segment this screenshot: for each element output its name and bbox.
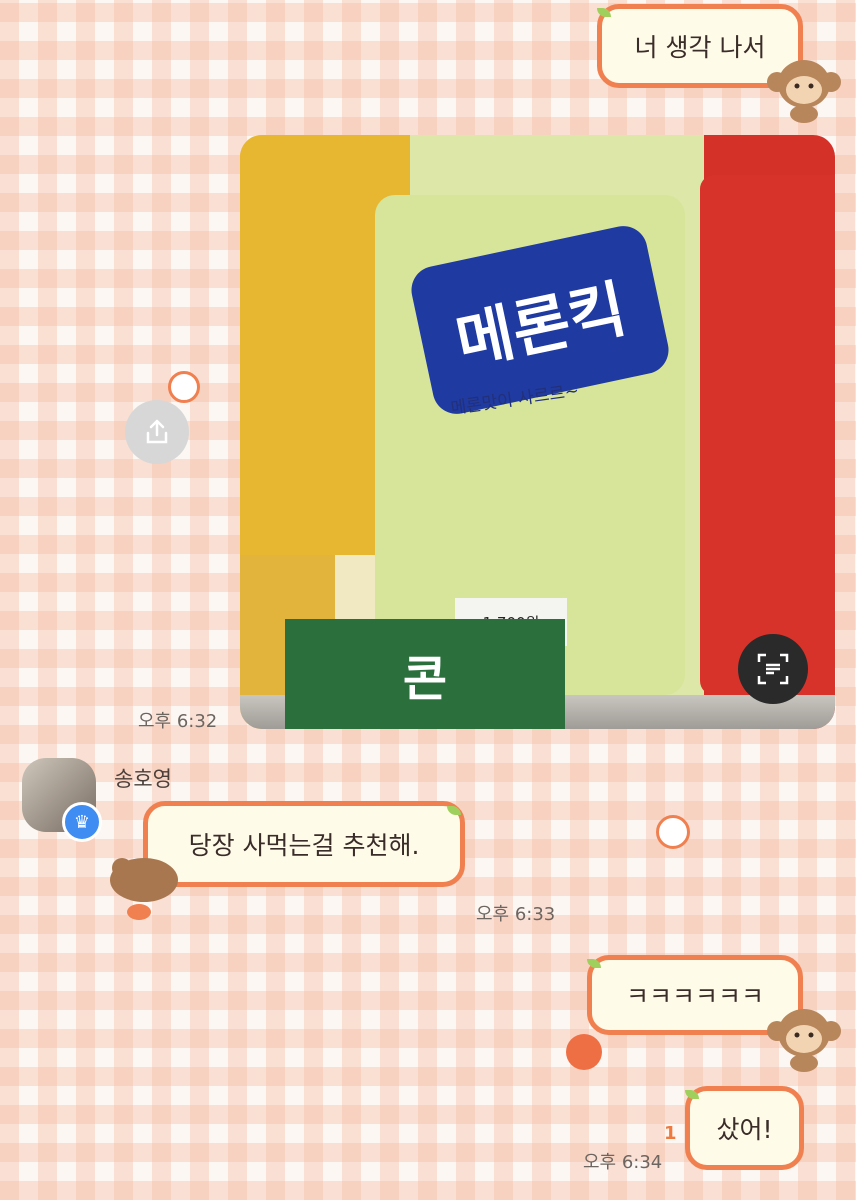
message-text: 샀어! (716, 1115, 773, 1144)
message-text: 너 생각 나서 (634, 33, 766, 62)
share-upload-icon (146, 419, 168, 444)
crown-badge-icon: ♛ (62, 802, 102, 842)
snack-bag-right (700, 175, 835, 695)
message-time: 오후 6:32 (138, 711, 218, 732)
apple-sticker-icon (168, 371, 200, 403)
text-scan-icon (757, 653, 789, 685)
snack-bag-bottom: 콘 (285, 619, 565, 729)
bear-sticker-icon (110, 858, 178, 920)
sender-name: 송호영 (114, 767, 172, 791)
message-bubble-incoming[interactable]: 당장 사먹는걸 추천해. (143, 801, 465, 887)
message-bubble-outgoing[interactable]: 샀어! (685, 1086, 804, 1170)
bottom-snack-text: 콘 (402, 651, 448, 707)
message-text: ㅋㅋㅋㅋㅋㅋ (625, 982, 764, 1011)
apple-sticker-icon (566, 1034, 602, 1070)
message-text: 당장 사먹는걸 추천해. (188, 831, 420, 860)
message-time: 오후 6:33 (476, 904, 556, 925)
monkey-sticker-icon (767, 1009, 841, 1072)
shared-photo[interactable]: 메론킥 메론맛이 사르르~ 1,700원 콘 (240, 135, 835, 729)
message-time: 오후 6:34 (583, 1152, 663, 1173)
apple-sticker-icon (656, 815, 690, 849)
share-upload-button[interactable] (125, 400, 189, 464)
unread-count: 1 (664, 1123, 677, 1144)
monkey-sticker-icon (767, 60, 841, 123)
snack-logo-text: 메론킥 (449, 271, 633, 379)
text-scan-button[interactable] (738, 634, 808, 704)
